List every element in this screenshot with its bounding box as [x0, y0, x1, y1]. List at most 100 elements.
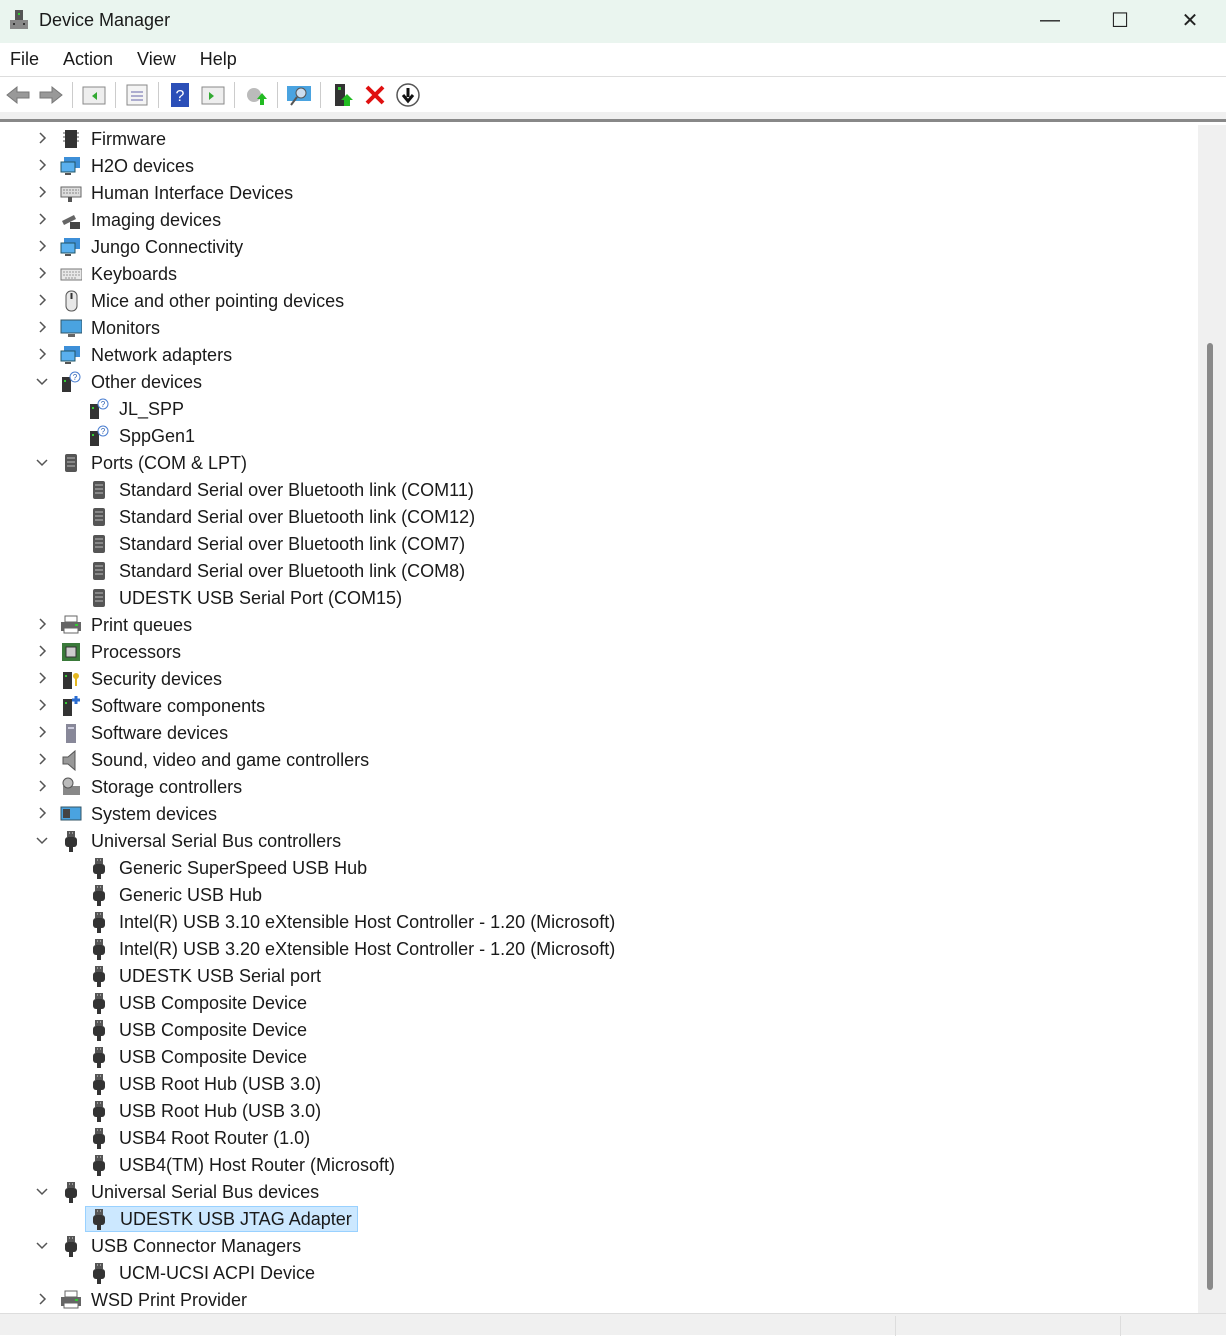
tree-item-label[interactable]: USB4 Root Router (1.0): [115, 1127, 314, 1149]
tree-item-label[interactable]: Software components: [87, 695, 269, 717]
tree-device[interactable]: ?JL_SPP: [0, 395, 1198, 422]
chevron-right-icon[interactable]: [34, 156, 50, 174]
tree-item-label[interactable]: Monitors: [87, 317, 164, 339]
tree-category[interactable]: Human Interface Devices: [0, 179, 1198, 206]
tree-category[interactable]: Network adapters: [0, 341, 1198, 368]
properties-button[interactable]: [122, 81, 152, 109]
tree-device[interactable]: UDESTK USB JTAG Adapter: [0, 1205, 1198, 1232]
tree-device[interactable]: Intel(R) USB 3.20 eXtensible Host Contro…: [0, 935, 1198, 962]
chevron-right-icon[interactable]: [34, 804, 50, 822]
tree-item-label[interactable]: Network adapters: [87, 344, 236, 366]
tree-item-label[interactable]: UDESTK USB Serial Port (COM15): [115, 587, 406, 609]
tree-device[interactable]: UCM-UCSI ACPI Device: [0, 1259, 1198, 1286]
show-hide-action-pane-button[interactable]: [198, 81, 228, 109]
tree-category[interactable]: H2O devices: [0, 152, 1198, 179]
tree-category[interactable]: Processors: [0, 638, 1198, 665]
show-hide-console-tree-button[interactable]: [79, 81, 109, 109]
tree-item-label[interactable]: H2O devices: [87, 155, 198, 177]
tree-item-label[interactable]: USB Composite Device: [115, 1046, 311, 1068]
tree-category[interactable]: Ports (COM & LPT): [0, 449, 1198, 476]
tree-category[interactable]: Monitors: [0, 314, 1198, 341]
tree-item-label[interactable]: USB Root Hub (USB 3.0): [115, 1073, 325, 1095]
close-button[interactable]: ✕: [1155, 0, 1225, 40]
tree-item-label[interactable]: Other devices: [87, 371, 206, 393]
disable-device-button[interactable]: [393, 81, 423, 109]
scrollbar-thumb[interactable]: [1207, 343, 1213, 1290]
menu-file[interactable]: File: [10, 49, 39, 70]
tree-category[interactable]: Universal Serial Bus controllers: [0, 827, 1198, 854]
tree-device[interactable]: Standard Serial over Bluetooth link (COM…: [0, 530, 1198, 557]
tree-item-label[interactable]: Firmware: [87, 128, 170, 150]
tree-item-label[interactable]: Mice and other pointing devices: [87, 290, 348, 312]
tree-item-label[interactable]: USB Root Hub (USB 3.0): [115, 1100, 325, 1122]
tree-device[interactable]: USB Root Hub (USB 3.0): [0, 1097, 1198, 1124]
tree-category[interactable]: ?Other devices: [0, 368, 1198, 395]
minimize-button[interactable]: —: [1015, 0, 1085, 40]
tree-item-label[interactable]: Processors: [87, 641, 185, 663]
tree-category[interactable]: Storage controllers: [0, 773, 1198, 800]
chevron-down-icon[interactable]: [34, 1182, 50, 1200]
chevron-right-icon[interactable]: [34, 696, 50, 714]
tree-device[interactable]: ?SppGen1: [0, 422, 1198, 449]
update-driver-button[interactable]: [241, 81, 271, 109]
tree-device[interactable]: Intel(R) USB 3.10 eXtensible Host Contro…: [0, 908, 1198, 935]
menu-help[interactable]: Help: [200, 49, 237, 70]
tree-item-label[interactable]: UDESTK USB JTAG Adapter: [85, 1206, 358, 1232]
chevron-right-icon[interactable]: [34, 318, 50, 336]
tree-device[interactable]: USB Root Hub (USB 3.0): [0, 1070, 1198, 1097]
tree-item-label[interactable]: System devices: [87, 803, 221, 825]
tree-item-label[interactable]: Keyboards: [87, 263, 181, 285]
tree-item-label[interactable]: Standard Serial over Bluetooth link (COM…: [115, 560, 469, 582]
tree-item-label[interactable]: Storage controllers: [87, 776, 246, 798]
tree-device[interactable]: USB Composite Device: [0, 989, 1198, 1016]
tree-item-label[interactable]: Standard Serial over Bluetooth link (COM…: [115, 479, 478, 501]
chevron-down-icon[interactable]: [34, 372, 50, 390]
chevron-down-icon[interactable]: [34, 831, 50, 849]
tree-category[interactable]: Keyboards: [0, 260, 1198, 287]
device-tree[interactable]: Firmware H2O devicesHuman Interface Devic…: [0, 125, 1198, 1313]
chevron-right-icon[interactable]: [34, 750, 50, 768]
tree-item-label[interactable]: Generic SuperSpeed USB Hub: [115, 857, 371, 879]
help-button[interactable]: ?: [165, 81, 195, 109]
tree-item-label[interactable]: Generic USB Hub: [115, 884, 266, 906]
vertical-scrollbar[interactable]: [1198, 125, 1226, 1313]
maximize-button[interactable]: ☐: [1085, 0, 1155, 40]
tree-device[interactable]: USB4 Root Router (1.0): [0, 1124, 1198, 1151]
chevron-right-icon[interactable]: [34, 210, 50, 228]
tree-item-label[interactable]: Universal Serial Bus devices: [87, 1181, 323, 1203]
tree-device[interactable]: UDESTK USB Serial Port (COM15): [0, 584, 1198, 611]
tree-device[interactable]: Standard Serial over Bluetooth link (COM…: [0, 557, 1198, 584]
tree-device[interactable]: Generic USB Hub: [0, 881, 1198, 908]
tree-category[interactable]: System devices: [0, 800, 1198, 827]
tree-item-label[interactable]: SppGen1: [115, 425, 199, 447]
tree-item-label[interactable]: Standard Serial over Bluetooth link (COM…: [115, 533, 469, 555]
tree-item-label[interactable]: UDESTK USB Serial port: [115, 965, 325, 987]
tree-device[interactable]: Standard Serial over Bluetooth link (COM…: [0, 476, 1198, 503]
tree-item-label[interactable]: Software devices: [87, 722, 232, 744]
menu-view[interactable]: View: [137, 49, 176, 70]
tree-item-label[interactable]: USB Composite Device: [115, 992, 311, 1014]
chevron-right-icon[interactable]: [34, 1290, 50, 1308]
tree-item-label[interactable]: Intel(R) USB 3.20 eXtensible Host Contro…: [115, 938, 619, 960]
chevron-right-icon[interactable]: [34, 183, 50, 201]
tree-item-label[interactable]: Standard Serial over Bluetooth link (COM…: [115, 506, 479, 528]
tree-item-label[interactable]: Sound, video and game controllers: [87, 749, 373, 771]
tree-device[interactable]: USB4(TM) Host Router (Microsoft): [0, 1151, 1198, 1178]
tree-item-label[interactable]: USB4(TM) Host Router (Microsoft): [115, 1154, 399, 1176]
enable-device-button[interactable]: [327, 81, 357, 109]
tree-category[interactable]: Imaging devices: [0, 206, 1198, 233]
chevron-down-icon[interactable]: [34, 1236, 50, 1254]
tree-item-label[interactable]: UCM-UCSI ACPI Device: [115, 1262, 319, 1284]
tree-category[interactable]: Universal Serial Bus devices: [0, 1178, 1198, 1205]
scan-hardware-button[interactable]: [284, 81, 314, 109]
chevron-right-icon[interactable]: [34, 237, 50, 255]
tree-item-label[interactable]: USB Connector Managers: [87, 1235, 305, 1257]
tree-category[interactable]: Software devices: [0, 719, 1198, 746]
chevron-right-icon[interactable]: [34, 777, 50, 795]
chevron-right-icon[interactable]: [34, 615, 50, 633]
chevron-right-icon[interactable]: [34, 723, 50, 741]
tree-item-label[interactable]: Universal Serial Bus controllers: [87, 830, 345, 852]
tree-item-label[interactable]: Jungo Connectivity: [87, 236, 247, 258]
tree-category[interactable]: Print queues: [0, 611, 1198, 638]
tree-category[interactable]: Sound, video and game controllers: [0, 746, 1198, 773]
